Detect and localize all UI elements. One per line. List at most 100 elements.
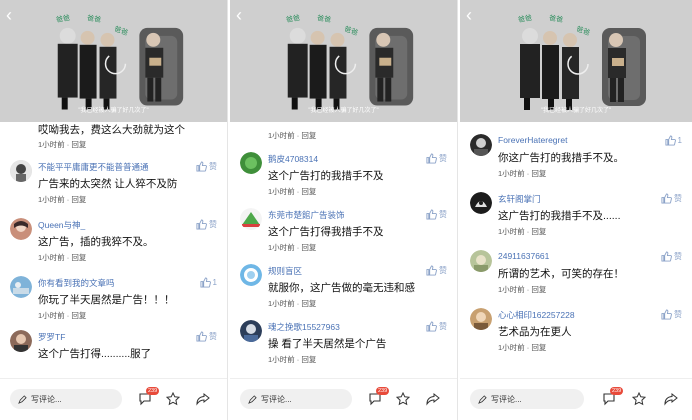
- like-button[interactable]: 赞: [196, 331, 217, 342]
- comment-meta[interactable]: 1小时前 · 回复: [38, 252, 86, 263]
- thumb-up-icon: [661, 309, 672, 320]
- thumb-up-icon: [200, 277, 211, 288]
- comment-count-badge: 239: [146, 387, 160, 395]
- back-arrow-icon[interactable]: ‹: [466, 6, 480, 24]
- avatar[interactable]: [10, 330, 32, 352]
- comment-meta[interactable]: 1小时前 · 回复: [268, 186, 316, 197]
- write-comment-placeholder: 写评论...: [261, 394, 292, 404]
- like-button[interactable]: 赞: [196, 219, 217, 230]
- write-comment-input[interactable]: 写评论...: [470, 389, 584, 409]
- username[interactable]: 东莞市楚館广告装饰: [268, 209, 345, 221]
- comment-text: 这广告，插的我猝不及。: [38, 236, 154, 248]
- comment-list[interactable]: 1小时前 · 回复 鹅皮4708314 赞 这个广告打的我措手不及 1小时前 ·…: [230, 122, 457, 378]
- username[interactable]: 不能平平庸庸更不能普普通通: [38, 161, 149, 173]
- comment-meta[interactable]: 1小时前 · 回复: [268, 242, 316, 253]
- username[interactable]: 罗罗TF: [38, 331, 65, 343]
- like-button[interactable]: 赞: [426, 321, 447, 332]
- comment-text: 你玩了半天居然是广告！！！: [38, 294, 175, 306]
- like-button[interactable]: 1: [200, 277, 217, 288]
- like-button[interactable]: 赞: [426, 265, 447, 276]
- thumb-up-icon: [426, 209, 437, 220]
- video-player[interactable]: ‹ 爸爸 爸爸 爸爸 "我已经被人骗了好几次了": [0, 0, 227, 122]
- write-comment-input[interactable]: 写评论...: [10, 389, 122, 409]
- comment-meta[interactable]: 1小时前 · 回复: [38, 139, 86, 150]
- comment-text: 所谓的艺术，可笑的存在！: [498, 268, 624, 280]
- screen-1: ‹ 爸爸 爸爸 爸爸 "我已经被人骗了好几次了" 哎呦我去，费这么大劲就为这个 …: [0, 0, 228, 420]
- like-button[interactable]: 赞: [661, 309, 682, 320]
- avatar[interactable]: [470, 250, 492, 272]
- comment-text: 这个广告打的我措手不及: [268, 170, 384, 182]
- username[interactable]: 玄轩阁掌门: [498, 193, 541, 205]
- username[interactable]: ForeverHateregret: [498, 135, 567, 145]
- back-arrow-icon[interactable]: ‹: [6, 6, 20, 24]
- write-comment-input[interactable]: 写评论...: [240, 389, 352, 409]
- share-icon[interactable]: [426, 392, 440, 406]
- username[interactable]: 鹅皮4708314: [268, 153, 318, 165]
- avatar[interactable]: [10, 160, 32, 182]
- comment-meta[interactable]: 1小时前 · 回复: [268, 298, 316, 309]
- comment-list[interactable]: ForeverHateregret 1 你这广告打的我措手不及。 1小时前 · …: [460, 122, 692, 378]
- thumb-up-icon: [661, 251, 672, 262]
- comment-meta[interactable]: 1小时前 · 回复: [268, 130, 316, 141]
- video-player[interactable]: ‹ 爸爸 爸爸 爸爸 "我已经被人骗了好几次了": [460, 0, 692, 122]
- thumb-up-icon: [426, 321, 437, 332]
- comment-meta[interactable]: 1小时前 · 回复: [498, 342, 546, 353]
- avatar[interactable]: [470, 308, 492, 330]
- like-count: 赞: [674, 252, 682, 261]
- avatar[interactable]: [470, 192, 492, 214]
- comment-meta[interactable]: 1小时前 · 回复: [498, 284, 546, 295]
- share-icon[interactable]: [664, 392, 678, 406]
- username[interactable]: 心心相印162257228: [498, 309, 575, 321]
- like-count: 赞: [209, 162, 217, 171]
- video-frame: [460, 0, 692, 122]
- avatar[interactable]: [240, 264, 262, 286]
- username[interactable]: 24911637661: [498, 251, 549, 261]
- comment-meta[interactable]: 1小时前 · 回复: [38, 194, 86, 205]
- comment-text: 这广告打的我措手不及......: [498, 210, 621, 222]
- comment-meta[interactable]: 1小时前 · 回复: [498, 226, 546, 237]
- like-button[interactable]: 1: [665, 135, 682, 146]
- like-count: 赞: [674, 194, 682, 203]
- avatar[interactable]: [240, 208, 262, 230]
- caption-word: 爸爸: [86, 15, 102, 24]
- like-button[interactable]: 赞: [426, 153, 447, 164]
- avatar[interactable]: [240, 320, 262, 342]
- like-button[interactable]: 赞: [661, 251, 682, 262]
- comment-text: 哎呦我去，费这么大劲就为这个: [38, 124, 185, 136]
- bottom-bar: 写评论... 239: [0, 378, 227, 420]
- avatar[interactable]: [470, 134, 492, 156]
- star-icon[interactable]: [396, 392, 410, 406]
- comment-list[interactable]: 哎呦我去，费这么大劲就为这个 1小时前 · 回复 不能平平庸庸更不能普普通通 赞…: [0, 122, 227, 378]
- comment-text: 你这广告打的我措手不及。: [498, 152, 624, 164]
- star-icon[interactable]: [632, 392, 646, 406]
- avatar[interactable]: [240, 152, 262, 174]
- username[interactable]: 规则盲区: [268, 265, 302, 277]
- video-player[interactable]: ‹ 爸爸 爸爸 爸爸 "我已经被人骗了好几次了": [230, 0, 457, 122]
- caption-word: 爸爸: [548, 15, 564, 24]
- comment-count-badge: 239: [376, 387, 390, 395]
- video-frame: [0, 0, 227, 122]
- username[interactable]: Queen与神_: [38, 219, 85, 231]
- comment-meta[interactable]: 1小时前 · 回复: [498, 168, 546, 179]
- video-frame: [230, 0, 457, 122]
- comment-text: 操 看了半天居然是个广告: [268, 338, 387, 350]
- thumb-up-icon: [196, 161, 207, 172]
- video-subtitle: "我已经被人骗了好几次了": [308, 108, 379, 114]
- username[interactable]: 你有看到我的文章吗: [38, 277, 115, 289]
- comment-meta[interactable]: 1小时前 · 回复: [38, 310, 86, 321]
- like-count: 赞: [209, 220, 217, 229]
- like-button[interactable]: 赞: [426, 209, 447, 220]
- comment-meta[interactable]: 1小时前 · 回复: [268, 354, 316, 365]
- star-icon[interactable]: [166, 392, 180, 406]
- share-icon[interactable]: [196, 392, 210, 406]
- like-count: 赞: [439, 266, 447, 275]
- like-button[interactable]: 赞: [661, 193, 682, 204]
- like-button[interactable]: 赞: [196, 161, 217, 172]
- username[interactable]: 魂之挽歌15527963: [268, 321, 340, 333]
- avatar[interactable]: [10, 276, 32, 298]
- comment-text: 就服你，这广告做的毫无违和感: [268, 282, 415, 294]
- like-count: 赞: [674, 310, 682, 319]
- avatar[interactable]: [10, 218, 32, 240]
- thumb-up-icon: [665, 135, 676, 146]
- back-arrow-icon[interactable]: ‹: [236, 6, 250, 24]
